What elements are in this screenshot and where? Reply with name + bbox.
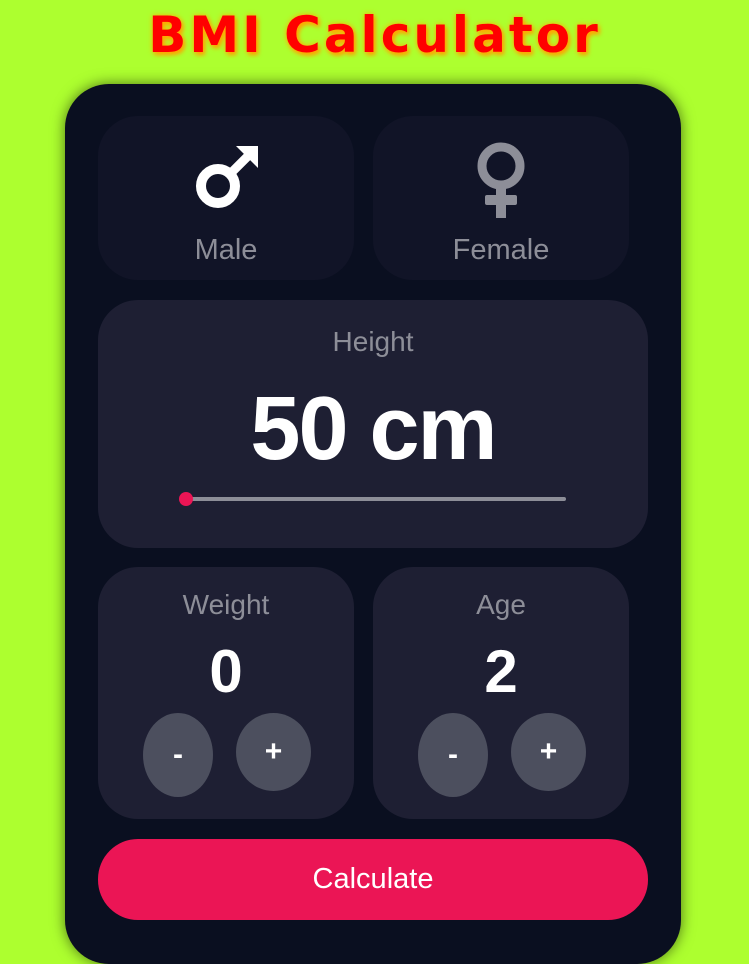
age-plus-button[interactable]: + [511,713,586,791]
gender-female-label: Female [452,234,550,266]
height-card: Height 50 cm [98,300,648,548]
age-card: Age 2 - + [373,567,629,819]
calculate-button[interactable]: Calculate [98,839,648,920]
height-value: 50 cm [250,379,497,479]
calculator-card: Male Female Height 50 cm Weight 0 - + Ag… [65,84,681,964]
female-icon [473,142,529,227]
height-label: Height [332,326,414,357]
age-label: Age [476,589,526,620]
male-icon [190,142,262,219]
height-slider-thumb[interactable] [179,492,193,506]
gender-female-card[interactable]: Female [373,116,629,280]
weight-value: 0 [209,638,243,705]
gender-male-label: Male [194,234,258,266]
gender-male-card[interactable]: Male [98,116,354,280]
weight-minus-button[interactable]: - [143,713,213,797]
weight-card: Weight 0 - + [98,567,354,819]
age-minus-button[interactable]: - [418,713,488,797]
height-slider[interactable] [186,497,566,501]
weight-label: Weight [182,589,270,620]
age-value: 2 [484,638,518,705]
app-title: BMI Calculator [148,6,601,64]
weight-plus-button[interactable]: + [236,713,311,791]
